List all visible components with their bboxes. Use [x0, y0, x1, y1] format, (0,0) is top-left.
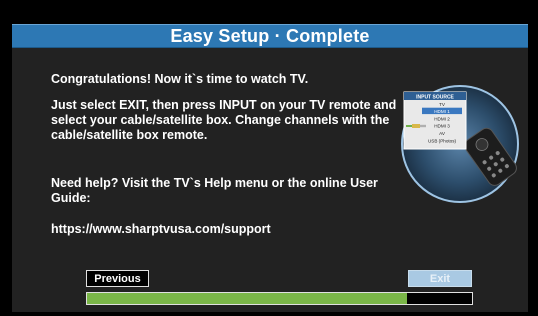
menu-item: HDMI 3 — [434, 124, 450, 129]
progress-fill — [87, 293, 407, 304]
screen: Easy Setup · Complete Congratulations! N… — [0, 0, 538, 316]
menu-title: INPUT SOURCE — [416, 95, 454, 101]
menu-item: AV — [439, 131, 446, 136]
input-source-illustration: INPUT SOURCE TV HDMI 1 HDMI 2 HDMI 3 AV USB (… — [401, 85, 519, 203]
menu-item: USB (Photos) — [428, 138, 457, 143]
menu-item: HDMI 1 — [434, 109, 450, 114]
instructions-text: Just select EXIT, then press INPUT on yo… — [51, 98, 397, 142]
help-text: Need help? Visit the TV`s Help menu or t… — [51, 176, 378, 205]
exit-button[interactable]: Exit — [408, 270, 472, 287]
congratulations-text: Congratulations! Now it`s time to watch … — [51, 72, 309, 86]
menu-item: HDMI 2 — [434, 116, 450, 121]
dialog-title: Easy Setup · Complete — [170, 25, 370, 46]
previous-button[interactable]: Previous — [86, 270, 149, 287]
progress-bar — [86, 292, 473, 305]
title-bar: Easy Setup · Complete — [12, 24, 528, 48]
support-url: https://www.sharptvusa.com/support — [51, 222, 271, 236]
menu-item: TV — [439, 102, 446, 107]
